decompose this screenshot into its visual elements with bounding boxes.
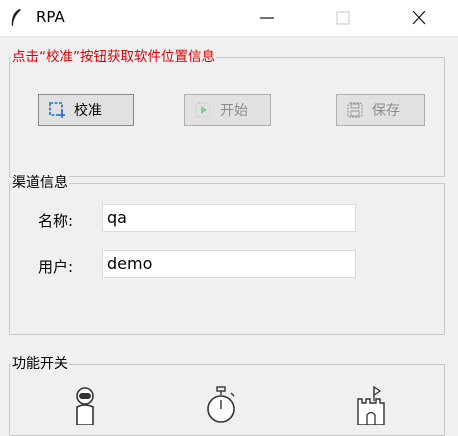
calibrate-label: 校准 [74, 103, 102, 119]
close-button[interactable] [396, 0, 442, 36]
calibrate-button[interactable]: 校准 [38, 94, 134, 126]
user-label: 用户: [38, 258, 74, 276]
name-label: 名称: [38, 212, 74, 230]
save-button[interactable]: 保存 [336, 94, 425, 126]
feature-switch-group: 功能开关 [9, 355, 445, 436]
user-field[interactable]: demo [102, 250, 356, 278]
save-icon [347, 102, 363, 118]
play-icon [195, 102, 211, 118]
robot-icon[interactable] [68, 385, 102, 425]
feature-switch-legend: 功能开关 [11, 355, 69, 373]
minimize-icon [260, 17, 274, 19]
calibration-group: 点击“校准”按钮获取软件位置信息 校准 开始 保存 [9, 48, 445, 177]
maximize-icon [336, 11, 350, 25]
castle-icon[interactable] [354, 385, 388, 425]
start-button[interactable]: 开始 [184, 94, 271, 126]
stopwatch-icon[interactable] [204, 385, 238, 425]
channel-info-group: 渠道信息 名称: qa 用户: demo [9, 174, 445, 335]
maximize-button[interactable] [320, 0, 366, 36]
minimize-button[interactable] [244, 0, 290, 36]
window-title: RPA [36, 8, 65, 26]
close-icon [412, 11, 426, 25]
feather-icon [11, 9, 21, 26]
channel-info-legend: 渠道信息 [11, 174, 69, 192]
save-label: 保存 [372, 103, 400, 119]
title-bar: RPA [0, 0, 458, 37]
crop-select-icon [49, 102, 65, 118]
name-field[interactable]: qa [102, 204, 356, 232]
calibration-instruction: 点击“校准”按钮获取软件位置信息 [11, 48, 216, 66]
start-label: 开始 [220, 103, 248, 119]
